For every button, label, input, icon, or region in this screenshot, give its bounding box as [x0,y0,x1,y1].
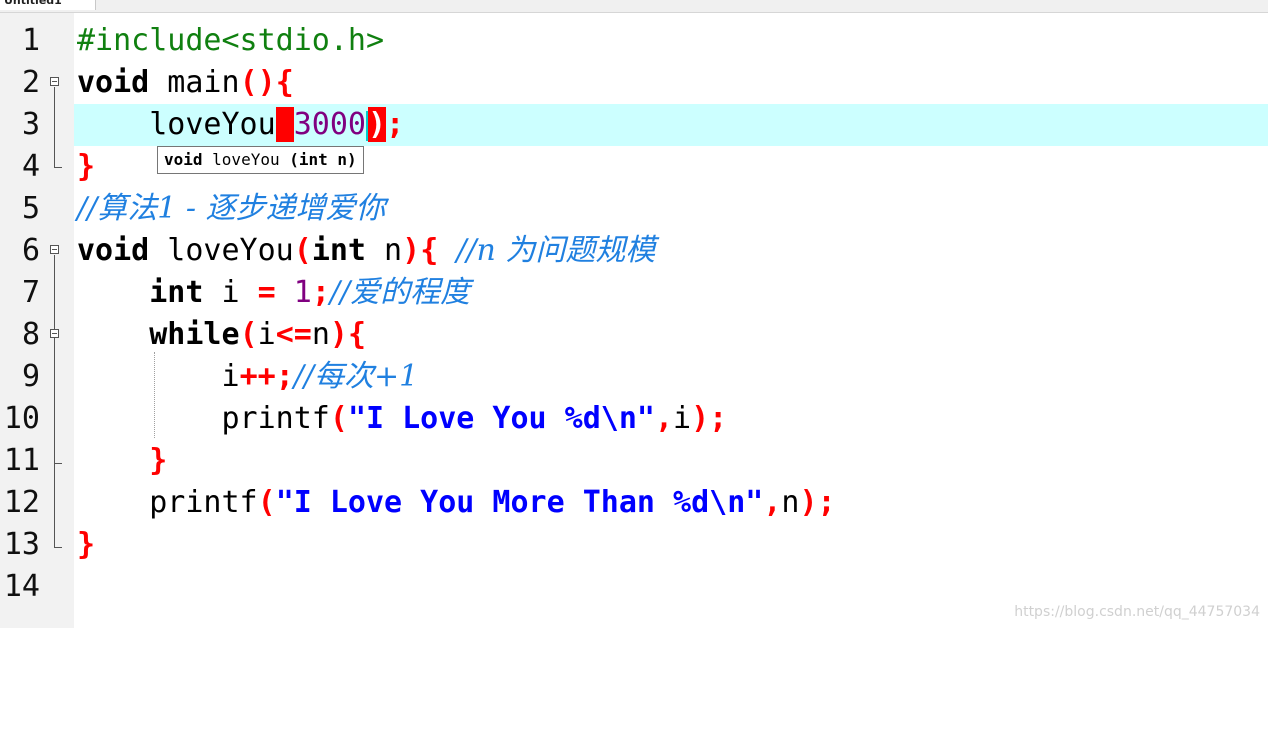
brace: { [347,317,366,352]
line-number: 2 [21,65,40,100]
comment: //每次+1 [293,359,419,394]
line-number: 13 [3,527,40,562]
paren: () [239,65,276,100]
matched-paren-close: ) [368,107,387,142]
string-literal: "I Love You More Than %d\n" [275,485,764,520]
identifier: i [257,317,276,352]
brace: { [420,233,439,268]
comment: //n 为问题规模 [456,233,656,268]
identifier: loveYou [149,233,294,268]
fold-toggle-icon[interactable] [50,77,59,86]
operator: <= [275,317,312,352]
line-number: 12 [3,485,40,520]
brace: { [275,65,294,100]
comma: , [763,485,782,520]
paren: ) [799,485,818,520]
fold-end [54,167,62,168]
preprocessor-directive: #include<stdio.h> [77,23,385,58]
line-number: 6 [21,233,40,268]
line-number: 10 [3,401,40,436]
line-number: 1 [21,23,40,58]
identifier: i [203,275,258,310]
code-line-11: 11 } [0,440,1268,482]
code-line-8: 8 while(i<=n){ [0,314,1268,356]
code-line-1: 1 #include<stdio.h> [0,20,1268,62]
indent-guide [154,352,155,438]
code-line-10: 10 printf("I Love You %d\n",i); [0,398,1268,440]
code-line-14: 14 [0,566,1268,608]
semicolon: ; [709,401,728,436]
identifier: printf [77,485,258,520]
number-literal: 3000 [293,107,366,142]
line-number: 14 [3,569,40,604]
line-number: 3 [21,107,40,142]
number-literal: 1 [293,275,312,310]
brace: } [149,443,168,478]
brace: } [77,149,96,184]
code-line-3: 3 loveYou(3000); [0,104,1268,146]
tab-bar: Untitled1 [0,0,1268,13]
paren: ( [257,485,276,520]
paren: ) [691,401,710,436]
paren: ( [329,401,348,436]
semicolon: ; [311,275,330,310]
line-number: 8 [21,317,40,352]
code-line-13: 13 } [0,524,1268,566]
identifier: n [311,317,330,352]
code-line-12: 12 printf("I Love You More Than %d\n",n)… [0,482,1268,524]
fold-toggle-icon[interactable] [50,245,59,254]
semicolon: ; [817,485,836,520]
paren: ) [329,317,348,352]
line-number: 5 [21,191,40,226]
identifier: loveYou [77,107,276,142]
semicolon: ; [386,107,405,142]
identifier: i [77,359,240,394]
keyword-int: int [149,275,204,310]
fold-line [54,255,55,547]
semicolon: ; [275,359,294,394]
string-literal: "I Love You %d\n" [347,401,655,436]
fold-toggle-icon[interactable] [50,329,59,338]
tab-untitled1[interactable]: Untitled1 [0,0,96,10]
function-signature-tooltip: void loveYou (int n) [157,146,364,174]
identifier: i [673,401,692,436]
matched-paren-open: ( [275,107,294,142]
code-line-9: 9 i++;//每次+1 [0,356,1268,398]
line-number: 7 [21,275,40,310]
fold-line [54,87,55,167]
identifier: n [781,485,800,520]
keyword-void: void [77,233,150,268]
paren: ( [239,317,258,352]
operator: ++ [239,359,276,394]
fold-end [54,547,62,548]
watermark: https://blog.csdn.net/qq_44757034 [1014,604,1260,620]
paren: ( [293,233,312,268]
keyword-while: while [149,317,240,352]
fold-end [54,463,62,464]
keyword-void: void [77,65,150,100]
comment: //爱的程度 [329,275,471,310]
comma: , [654,401,674,436]
identifier: n [366,233,403,268]
line-number: 4 [21,149,40,184]
code-line-7: 7 int i = 1;//爱的程度 [0,272,1268,314]
brace: } [77,527,96,562]
identifier: printf [77,401,330,436]
keyword-int: int [311,233,366,268]
operator: = [257,275,276,310]
line-number: 9 [21,359,40,394]
paren: ) [402,233,421,268]
identifier: main [149,65,240,100]
comment: //算法1 - 逐步递增爱你 [77,191,386,226]
code-line-6: 6 void loveYou(int n){ //n 为问题规模 [0,230,1268,272]
code-line-5: 5 //算法1 - 逐步递增爱你 [0,188,1268,230]
code-line-2: 2 void main(){ [0,62,1268,104]
line-number: 11 [3,443,40,478]
